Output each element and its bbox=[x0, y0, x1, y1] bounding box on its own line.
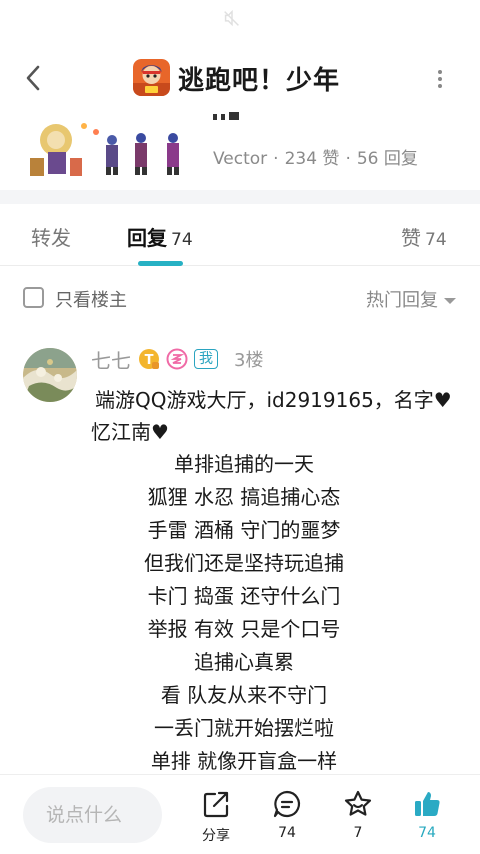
post-title-fragment bbox=[213, 112, 239, 120]
tab-reply-label: 回复 bbox=[127, 226, 167, 250]
game-logo-icon bbox=[133, 59, 170, 96]
verse-line: 单排追捕的一天 bbox=[174, 452, 314, 476]
verse-line: 看 队友从来不守门 bbox=[160, 683, 328, 707]
tab-like-count: 74 bbox=[425, 230, 447, 250]
sort-dropdown[interactable]: 热门回复 bbox=[366, 286, 456, 312]
avatar[interactable] bbox=[23, 348, 77, 402]
reply-item: 七七 T 我 3楼 端游QQ游戏大厅，id2919165，名字♥ 忆江南♥ 单排… bbox=[0, 327, 480, 775]
more-options-button[interactable] bbox=[426, 64, 454, 94]
reply-paragraph: 忆江南♥ bbox=[91, 420, 169, 444]
verse-line: 卡门 捣蛋 还守什么门 bbox=[147, 584, 341, 608]
top-navigation-bar: 逃跑吧！少年 bbox=[0, 48, 480, 108]
share-icon bbox=[203, 791, 229, 818]
mute-icon bbox=[224, 9, 239, 27]
tab-like[interactable]: 赞 74 bbox=[401, 222, 447, 251]
verse-line: 一丢门就开始摆烂啦 bbox=[154, 716, 334, 740]
tab-like-label: 赞 bbox=[401, 226, 421, 250]
share-button[interactable]: 分享 bbox=[186, 789, 246, 849]
floor-number: 3楼 bbox=[234, 350, 264, 371]
star-icon bbox=[344, 790, 372, 816]
op-only-label[interactable]: 只看楼主 bbox=[55, 286, 127, 312]
like-count: 74 bbox=[418, 825, 436, 841]
tab-bar: 转发 回复 74 赞 74 bbox=[0, 204, 480, 266]
verse-line: 追捕心真累 bbox=[194, 650, 294, 674]
caret-down-icon bbox=[444, 298, 456, 304]
reply-username[interactable]: 七七 bbox=[91, 345, 131, 374]
back-button[interactable] bbox=[18, 62, 48, 94]
sort-label: 热门回复 bbox=[366, 290, 438, 311]
post-reply-count: 56 回复 bbox=[356, 149, 418, 169]
more-vertical-icon bbox=[438, 70, 442, 74]
reply-content: 端游QQ游戏大厅，id2919165，名字♥ 忆江南♥ bbox=[91, 384, 471, 448]
comment-button[interactable]: 74 bbox=[257, 789, 317, 849]
level-badge-icon: T bbox=[139, 349, 159, 369]
chevron-left-icon bbox=[26, 65, 40, 91]
favorite-count: 7 bbox=[353, 825, 363, 841]
post-like-count: 234 赞 bbox=[284, 149, 340, 169]
reply-user-line: 七七 T 我 3楼 bbox=[91, 345, 263, 373]
comment-icon bbox=[273, 790, 301, 818]
bottom-action-bar: 分享 74 7 74 bbox=[0, 774, 480, 854]
verse-line: 举报 有效 只是个口号 bbox=[147, 617, 341, 641]
status-bar bbox=[0, 0, 480, 40]
verse-line: 但我们还是坚持玩追捕 bbox=[144, 551, 344, 575]
post-meta: Vector · 234 赞 · 56 回复 bbox=[213, 149, 418, 169]
me-tag: 我 bbox=[194, 349, 218, 369]
reply-verses: 单排追捕的一天 狐狸 水忍 搞追捕心态 手雷 酒桶 守门的噩梦 但我们还是坚持玩… bbox=[91, 448, 397, 778]
fan-badge-icon bbox=[166, 348, 188, 370]
tab-forward-label: 转发 bbox=[31, 226, 71, 250]
share-label: 分享 bbox=[202, 828, 230, 844]
favorite-button[interactable]: 7 bbox=[328, 789, 388, 849]
tab-forward[interactable]: 转发 bbox=[31, 222, 71, 251]
thumbs-up-icon bbox=[415, 792, 440, 816]
active-tab-indicator bbox=[138, 261, 183, 266]
tab-reply-count: 74 bbox=[171, 230, 193, 250]
comment-count: 74 bbox=[278, 825, 296, 841]
post-thumbnail-image bbox=[26, 118, 194, 178]
page-title: 逃跑吧！少年 bbox=[178, 66, 341, 96]
section-divider bbox=[0, 190, 480, 204]
post-author[interactable]: Vector bbox=[213, 149, 267, 169]
verse-line: 狐狸 水忍 搞追捕心态 bbox=[147, 485, 341, 509]
tab-reply[interactable]: 回复 74 bbox=[127, 222, 193, 251]
op-only-checkbox[interactable] bbox=[23, 287, 44, 308]
reply-paragraph: 端游QQ游戏大厅，id2919165，名字♥ bbox=[95, 388, 452, 412]
reply-filter-row: 只看楼主 热门回复 bbox=[0, 267, 480, 327]
comment-input[interactable] bbox=[23, 787, 162, 843]
verse-line: 手雷 酒桶 守门的噩梦 bbox=[147, 518, 341, 542]
post-summary-card[interactable]: Vector · 234 赞 · 56 回复 bbox=[0, 108, 480, 190]
like-button[interactable]: 74 bbox=[397, 789, 457, 849]
